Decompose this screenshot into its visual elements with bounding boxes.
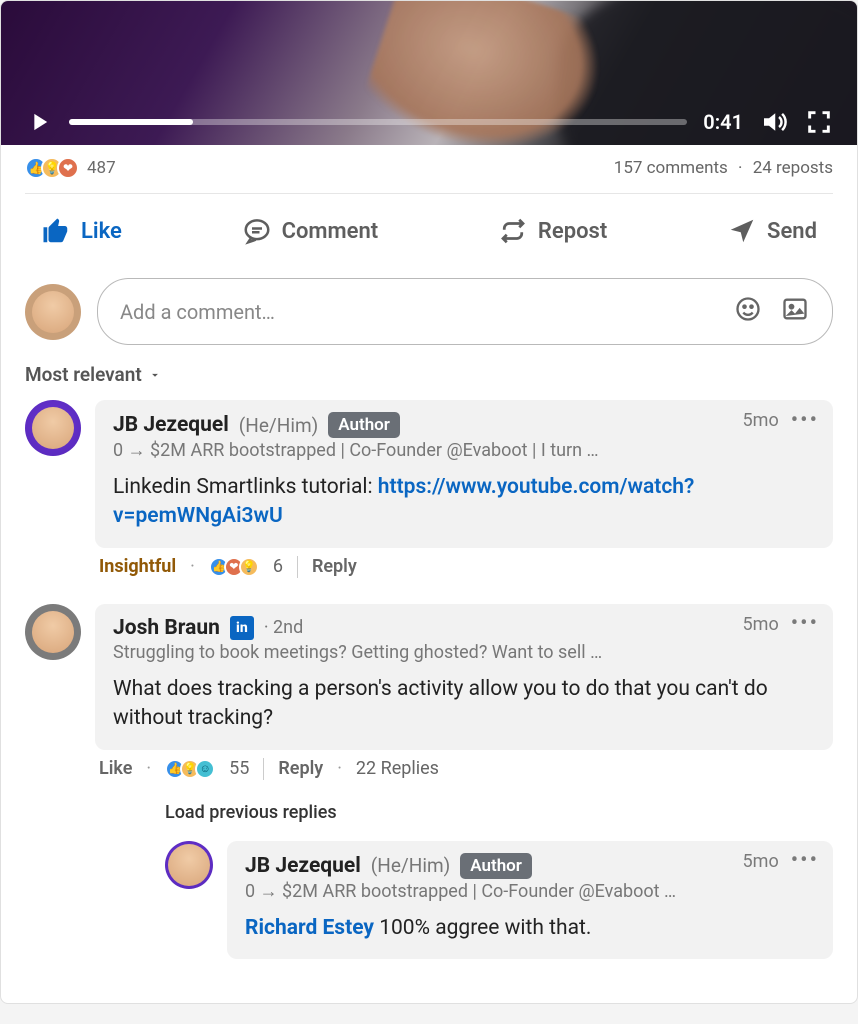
comment-time: 5mo	[743, 851, 779, 872]
comment-time: 5mo	[743, 614, 779, 635]
video-controls: 0:41	[1, 107, 857, 137]
comment-actions: Insightful · 👍 ❤ 💡 6 Reply	[95, 548, 833, 594]
fullscreen-button[interactable]	[805, 108, 833, 136]
mention-link[interactable]: Richard Estey	[245, 916, 374, 940]
comment-bubble: 5mo ••• JB Jezequel (He/Him) Author 0 → …	[227, 841, 833, 959]
insightful-icon: 💡	[239, 557, 259, 577]
linkedin-badge-icon: in	[230, 616, 254, 640]
play-button[interactable]	[25, 108, 53, 136]
comments-count[interactable]: 157 comments	[614, 158, 728, 178]
comments-thread: 5mo ••• JB Jezequel (He/Him) Author 0 → …	[1, 400, 857, 1003]
post-card: 0:41 👍 💡 ❤ 487	[0, 0, 858, 1004]
divider	[263, 758, 264, 780]
video-player[interactable]: 0:41	[1, 1, 857, 145]
funny-icon: ☺	[195, 759, 215, 779]
comment-reaction-icons[interactable]: 👍 ❤ 💡	[209, 557, 259, 577]
commenter-avatar[interactable]	[165, 841, 213, 889]
reply-button[interactable]: Reply	[312, 556, 357, 577]
comment-text-part: 100% aggree with that.	[374, 916, 591, 940]
current-user-avatar[interactable]	[25, 284, 81, 340]
commenter-avatar[interactable]	[25, 400, 81, 456]
comment-reaction-icons[interactable]: 👍 💡 ☺	[165, 759, 215, 779]
comment: 5mo ••• JB Jezequel (He/Him) Author 0 → …	[25, 400, 833, 594]
post-stats-row: 👍 💡 ❤ 487 157 comments · 24 reposts	[1, 145, 857, 193]
commenter-pronouns: (He/Him)	[239, 414, 318, 437]
replies-count[interactable]: 22 Replies	[356, 758, 439, 779]
comment-reactions-count: 55	[229, 758, 249, 779]
divider	[297, 556, 298, 578]
comment-text-part: Linkedin Smartlinks tutorial:	[113, 475, 378, 499]
comment-bubble: 5mo ••• Josh Braun in · 2nd Struggling t…	[95, 604, 833, 750]
love-icon: ❤	[57, 157, 79, 179]
connection-degree: · 2nd	[264, 617, 303, 638]
reactions-summary[interactable]: 👍 💡 ❤ 487	[25, 157, 116, 179]
author-badge: Author	[328, 412, 400, 438]
commenter-name[interactable]: JB Jezequel	[113, 413, 229, 437]
comment-text: Linkedin Smartlinks tutorial: https://ww…	[113, 473, 815, 532]
sort-label: Most relevant	[25, 363, 142, 386]
commenter-avatar[interactable]	[25, 604, 81, 660]
reaction-icons: 👍 💡 ❤	[25, 157, 79, 179]
comment-time: 5mo	[743, 410, 779, 431]
repost-button[interactable]: Repost	[486, 200, 619, 262]
commenter-headline: Struggling to book meetings? Getting gho…	[113, 642, 815, 663]
load-previous-replies[interactable]: Load previous replies	[95, 796, 833, 841]
action-bar: Like Comment Repost Send	[1, 194, 857, 272]
comment-actions: Like · 👍 💡 ☺ 55 Reply · 22 Replies	[95, 750, 833, 796]
reposts-count[interactable]: 24 reposts	[753, 158, 833, 178]
comment-placeholder: Add a comment…	[120, 300, 275, 324]
comment-reply: 5mo ••• JB Jezequel (He/Him) Author 0 → …	[165, 841, 833, 959]
emoji-icon[interactable]	[734, 295, 762, 328]
like-label: Like	[81, 219, 122, 244]
volume-button[interactable]	[759, 107, 789, 137]
reaction-button[interactable]: Insightful	[99, 556, 176, 577]
commenter-name[interactable]: Josh Braun	[113, 616, 220, 640]
repost-label: Repost	[538, 219, 607, 244]
video-progress-fill	[69, 119, 193, 125]
comment-text: Richard Estey 100% aggree with that.	[245, 914, 815, 943]
reactions-count: 487	[87, 158, 116, 178]
comment-text: What does tracking a person's activity a…	[113, 675, 815, 734]
chevron-down-icon	[148, 368, 162, 382]
commenter-pronouns: (He/Him)	[371, 854, 450, 877]
commenter-headline: 0 → $2M ARR bootstrapped | Co-Founder @E…	[245, 881, 815, 902]
comment-bubble: 5mo ••• JB Jezequel (He/Him) Author 0 → …	[95, 400, 833, 548]
stats-right: 157 comments · 24 reposts	[614, 158, 833, 178]
like-toggle[interactable]: Like	[99, 758, 132, 779]
commenter-name[interactable]: JB Jezequel	[245, 854, 361, 878]
video-progress-bar[interactable]	[69, 119, 687, 125]
comment-button[interactable]: Comment	[230, 200, 391, 262]
image-icon[interactable]	[780, 295, 810, 328]
reply-button[interactable]: Reply	[278, 758, 323, 779]
comment-composer: Add a comment…	[1, 272, 857, 363]
video-time: 0:41	[703, 110, 743, 134]
commenter-headline: 0 → $2M ARR bootstrapped | Co-Founder @E…	[113, 440, 815, 461]
comment: 5mo ••• Josh Braun in · 2nd Struggling t…	[25, 604, 833, 969]
stats-separator: ·	[738, 158, 742, 178]
send-label: Send	[767, 219, 817, 244]
send-button[interactable]: Send	[715, 200, 829, 262]
comment-label: Comment	[282, 219, 379, 244]
comment-reactions-count: 6	[273, 556, 283, 577]
sort-comments[interactable]: Most relevant	[1, 363, 857, 400]
author-badge: Author	[460, 853, 532, 879]
like-button[interactable]: Like	[29, 200, 134, 262]
comment-input[interactable]: Add a comment…	[97, 278, 833, 345]
